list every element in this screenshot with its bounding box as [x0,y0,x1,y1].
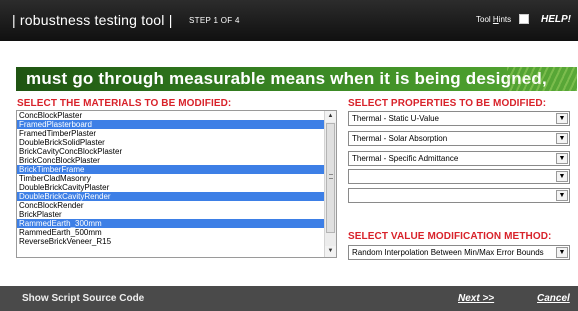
property-select-3-value: Thermal - Specific Admittance [352,154,459,163]
materials-heading: SELECT THE MATERIALS TO BE MODIFIED: [17,98,232,109]
list-item[interactable]: DoubleBrickCavityPlaster [17,183,324,192]
banner: must go through measurable means when it… [16,67,577,91]
banner-text: must go through measurable means when it… [26,69,547,88]
property-select-2[interactable]: Thermal - Solar Absorption ▼ [348,131,570,146]
next-button[interactable]: Next >> [458,293,494,304]
materials-scrollbar[interactable]: ▲ ▼ [324,111,336,257]
tool-hints-label: Tool Hints [476,15,512,24]
list-item[interactable]: DoubleBrickCavityRender [17,192,324,201]
property-select-1[interactable]: Thermal - Static U-Value ▼ [348,111,570,126]
app-title: | robustness testing tool | [12,12,173,28]
property-select-4[interactable]: ▼ [348,169,570,184]
chevron-down-icon[interactable]: ▼ [556,190,568,201]
next-label: Next >> [458,293,495,304]
properties-heading: SELECT PROPERTIES TO BE MODIFIED: [348,98,547,109]
footer-bar: Show Script Source Code Next >> Cancel [0,286,578,311]
materials-items: ConcBlockPlaster FramedPlasterboard Framed… [17,111,324,246]
method-heading: SELECT VALUE MODIFICATION METHOD: [348,231,552,242]
chevron-down-icon[interactable]: ▼ [556,171,568,182]
show-script-source-button[interactable]: Show Script Source Code [22,293,144,304]
list-item[interactable]: FramedPlasterboard [17,120,324,129]
chevron-down-icon[interactable]: ▼ [556,113,568,124]
step-indicator: STEP 1 OF 4 [189,16,240,25]
scroll-up-arrow-icon[interactable]: ▲ [325,111,336,122]
list-item[interactable]: TimberCladMasonry [17,174,324,183]
scroll-thumb[interactable] [326,123,335,233]
list-item[interactable]: RammedEarth_300mm [17,219,324,228]
list-item[interactable]: DoubleBrickSolidPlaster [17,138,324,147]
materials-listbox[interactable]: ConcBlockPlaster FramedPlasterboard Framed… [16,110,337,258]
property-select-5[interactable]: ▼ [348,188,570,203]
list-item[interactable]: RammedEarth_500mm [17,228,324,237]
list-item[interactable]: ConcBlockPlaster [17,111,324,120]
title-bar: | robustness testing tool | STEP 1 OF 4 … [0,0,578,41]
tool-hints-checkbox[interactable] [519,14,529,24]
list-item[interactable]: BrickPlaster [17,210,324,219]
method-select-value: Random Interpolation Between Min/Max Err… [352,248,544,257]
method-select[interactable]: Random Interpolation Between Min/Max Err… [348,245,570,260]
list-item[interactable]: FramedTimberPlaster [17,129,324,138]
list-item[interactable]: BrickCavityConcBlockPlaster [17,147,324,156]
scroll-down-arrow-icon[interactable]: ▼ [325,246,336,257]
cancel-label: Cancel [537,293,570,304]
cancel-button[interactable]: Cancel [537,293,570,304]
list-item[interactable]: BrickConcBlockPlaster [17,156,324,165]
chevron-down-icon[interactable]: ▼ [556,247,568,258]
property-select-3[interactable]: Thermal - Specific Admittance ▼ [348,151,570,166]
list-item[interactable]: ReverseBrickVeneer_R15 [17,237,324,246]
help-link[interactable]: HELP! [541,14,571,25]
grip-icon [329,174,333,179]
property-select-1-value: Thermal - Static U-Value [352,114,439,123]
list-item[interactable]: BrickTimberFrame [17,165,324,174]
chevron-down-icon[interactable]: ▼ [556,133,568,144]
chevron-down-icon[interactable]: ▼ [556,153,568,164]
list-item[interactable]: ConcBlockRender [17,201,324,210]
property-select-2-value: Thermal - Solar Absorption [352,134,448,143]
